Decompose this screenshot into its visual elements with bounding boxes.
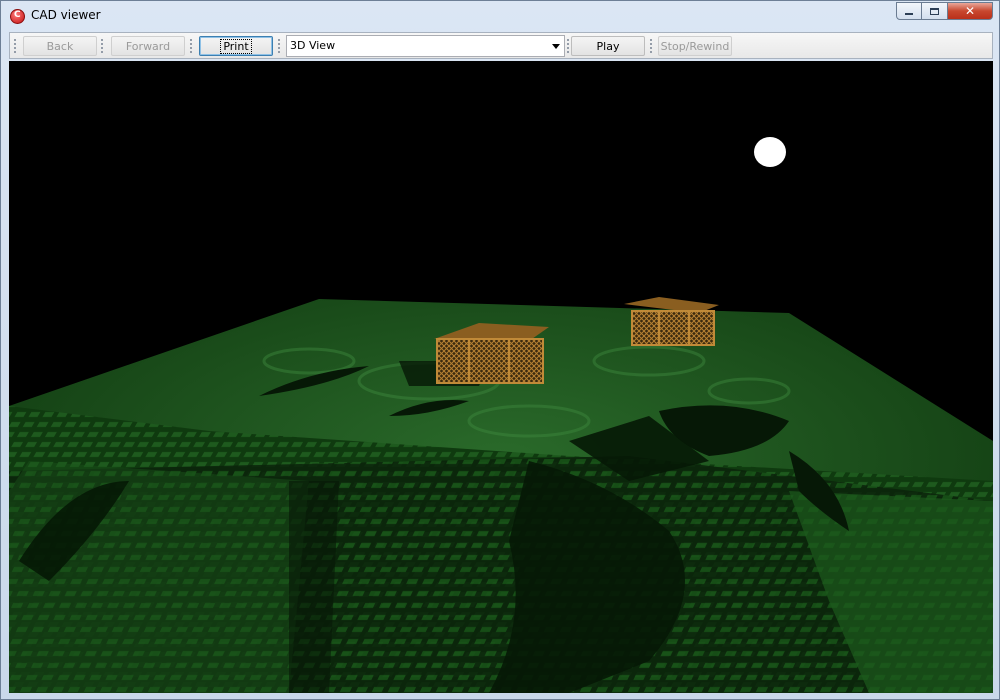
stop-rewind-button[interactable]: Stop/Rewind [658,36,732,56]
toolbar-grip[interactable] [14,38,16,54]
minimize-button[interactable] [896,2,922,20]
back-button-label: Back [46,39,74,53]
toolbar-grip[interactable] [650,38,652,54]
cad-app-icon[interactable]: C [10,9,25,24]
maximize-button[interactable] [922,2,948,20]
toolbar: Back Forward Print 3D View Play Stop/Rew… [9,32,993,59]
back-button[interactable]: Back [23,36,97,56]
cad-viewer-window: C CAD viewer ✕ Back Forward Print 3D Vie… [0,0,1000,700]
toolbar-grip[interactable] [278,38,280,54]
view-select[interactable]: 3D View [286,35,565,57]
forward-button[interactable]: Forward [111,36,185,56]
toolbar-grip[interactable] [190,38,192,54]
play-button[interactable]: Play [571,36,645,56]
toolbar-grip[interactable] [567,38,569,54]
light-source[interactable] [754,137,786,167]
terrain-highlight-left [9,461,309,693]
chevron-down-icon[interactable] [552,44,560,49]
3d-viewport[interactable] [9,61,993,693]
play-button-label: Play [596,39,620,53]
title-bar[interactable]: C CAD viewer ✕ [1,1,999,30]
3d-terrain-scene[interactable] [9,61,993,693]
building-2[interactable] [624,297,719,346]
close-button[interactable]: ✕ [948,2,993,20]
view-select-value: 3D View [290,39,336,52]
window-controls: ✕ [896,2,993,20]
minimize-icon [905,13,913,15]
close-icon: ✕ [964,4,976,18]
window-title: CAD viewer [31,8,101,22]
print-button-label: Print [220,38,252,54]
toolbar-grip[interactable] [101,38,103,54]
print-button[interactable]: Print [199,36,273,56]
maximize-icon [930,7,939,15]
stop-rewind-button-label: Stop/Rewind [660,39,730,53]
forward-button-label: Forward [125,39,171,53]
